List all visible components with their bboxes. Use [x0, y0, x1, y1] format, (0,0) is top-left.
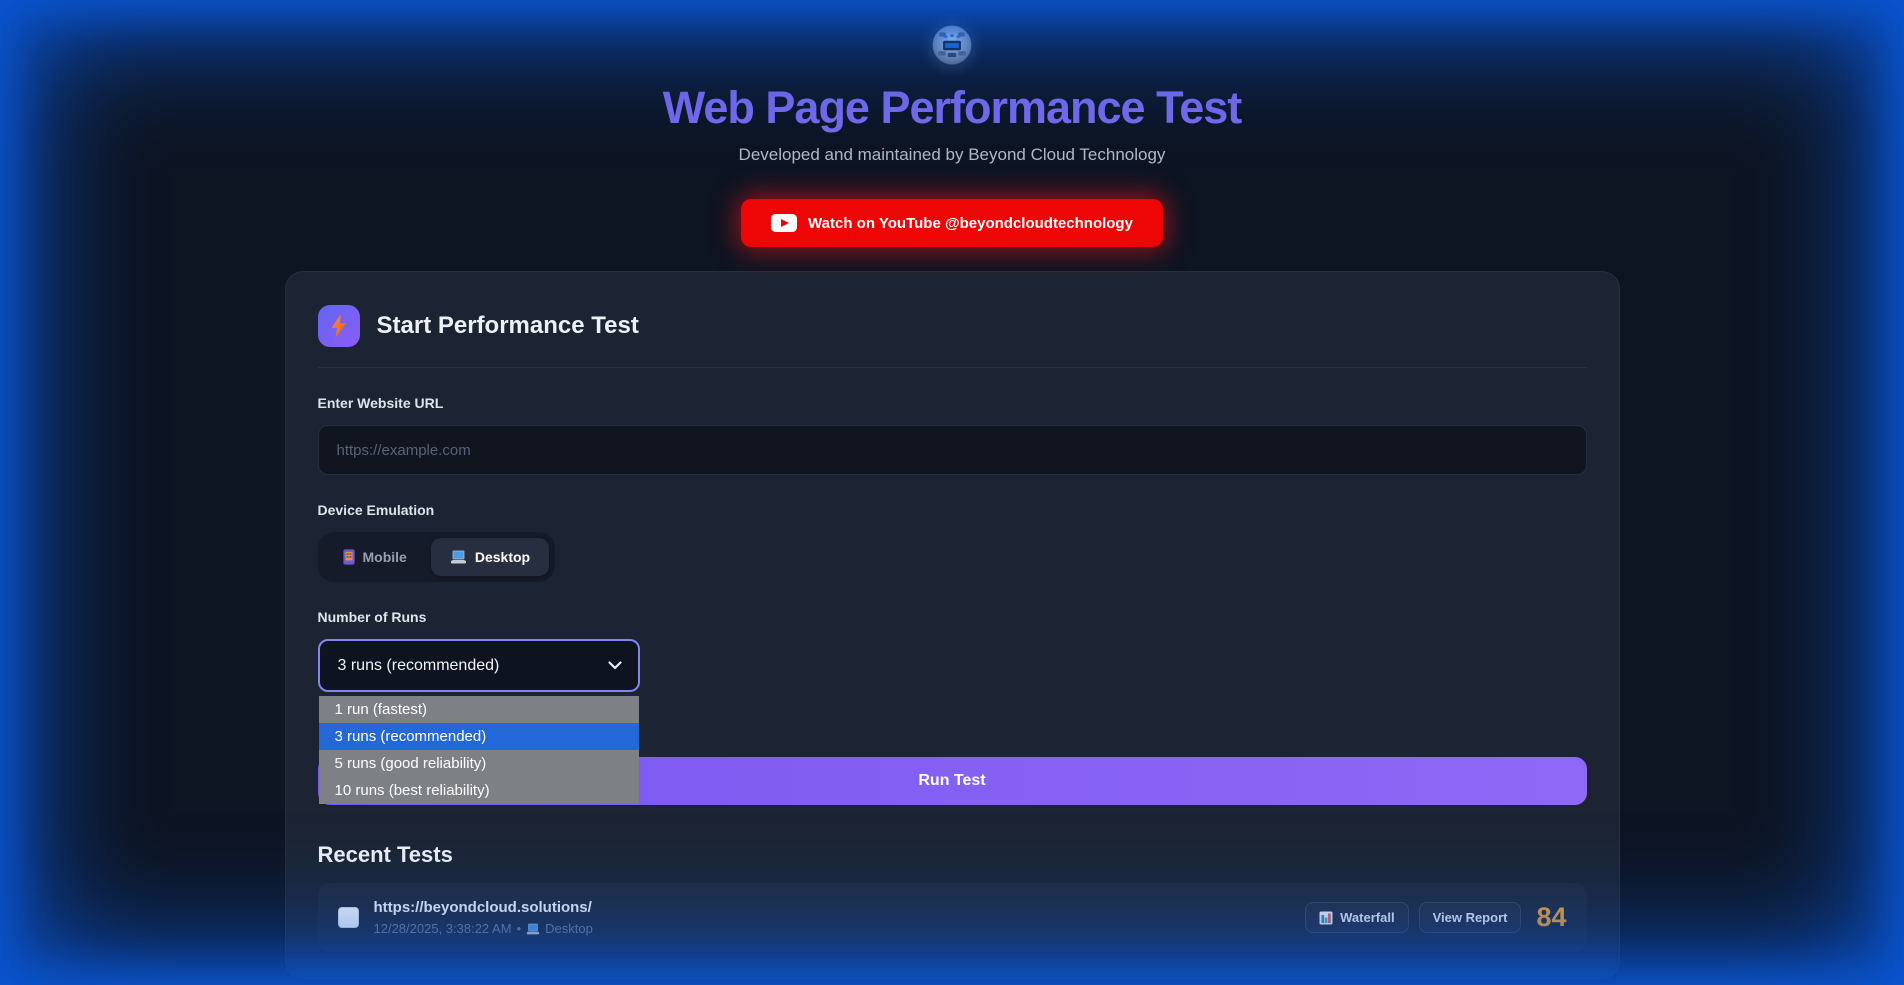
runs-option-1-run[interactable]: 1 run (fastest): [319, 696, 639, 723]
youtube-button-label: Watch on YouTube @beyondcloudtechnology: [808, 215, 1133, 232]
page-title: Web Page Performance Test: [0, 82, 1904, 134]
performance-score: 84: [1536, 902, 1566, 933]
device-button-desktop[interactable]: Desktop: [431, 538, 549, 576]
waterfall-button[interactable]: Waterfall: [1305, 902, 1408, 933]
runs-select[interactable]: 3 runs (recommended): [318, 639, 640, 692]
lightning-bolt-icon: [318, 305, 360, 347]
meta-separator: •: [517, 921, 522, 936]
card-header: Start Performance Test: [318, 305, 1587, 347]
device-toggle-group: Mobile Desktop: [318, 532, 556, 582]
laptop-icon: [450, 550, 467, 564]
mobile-phone-icon: [343, 549, 355, 565]
chevron-down-icon: [608, 661, 622, 670]
device-button-label: Desktop: [475, 549, 530, 565]
runs-option-3-runs[interactable]: 3 runs (recommended): [319, 723, 639, 750]
recent-test-device: Desktop: [545, 921, 593, 936]
recent-test-checkbox[interactable]: [338, 907, 359, 928]
page-header: Web Page Performance Test Developed and …: [0, 0, 1904, 247]
device-button-mobile[interactable]: Mobile: [324, 538, 426, 576]
youtube-play-icon: [771, 214, 797, 232]
recent-test-url: https://beyondcloud.solutions/: [374, 899, 593, 916]
runs-option-10-runs[interactable]: 10 runs (best reliability): [319, 777, 639, 804]
robot-medallion-logo-icon: [931, 24, 973, 66]
runs-dropdown-list: 1 run (fastest) 3 runs (recommended) 5 r…: [319, 696, 639, 804]
start-test-card: Start Performance Test Enter Website URL…: [285, 271, 1620, 979]
device-emulation-label: Device Emulation: [318, 502, 1587, 518]
device-button-label: Mobile: [363, 549, 407, 565]
view-report-button-label: View Report: [1433, 910, 1508, 925]
performance-test-page: Web Page Performance Test Developed and …: [0, 0, 1904, 985]
card-title: Start Performance Test: [377, 312, 639, 340]
recent-test-meta: 12/28/2025, 3:38:22 AM • Desktop: [374, 921, 593, 936]
recent-test-info: https://beyondcloud.solutions/ 12/28/202…: [374, 899, 593, 936]
bar-chart-icon: [1319, 911, 1333, 925]
waterfall-button-label: Waterfall: [1340, 910, 1394, 925]
recent-test-datetime: 12/28/2025, 3:38:22 AM: [374, 921, 512, 936]
youtube-button[interactable]: Watch on YouTube @beyondcloudtechnology: [741, 199, 1163, 247]
runs-select-wrap: 3 runs (recommended) 1 run (fastest) 3 r…: [318, 639, 640, 692]
divider: [318, 367, 1587, 368]
view-report-button[interactable]: View Report: [1419, 902, 1522, 933]
runs-option-5-runs[interactable]: 5 runs (good reliability): [319, 750, 639, 777]
recent-tests-title: Recent Tests: [318, 842, 1587, 868]
page-subtitle: Developed and maintained by Beyond Cloud…: [0, 145, 1904, 165]
number-of-runs-label: Number of Runs: [318, 609, 1587, 625]
laptop-icon: [526, 923, 540, 935]
website-url-input[interactable]: [318, 425, 1587, 475]
recent-test-row: https://beyondcloud.solutions/ 12/28/202…: [318, 883, 1587, 952]
runs-select-value: 3 runs (recommended): [338, 657, 500, 675]
url-label: Enter Website URL: [318, 395, 1587, 411]
